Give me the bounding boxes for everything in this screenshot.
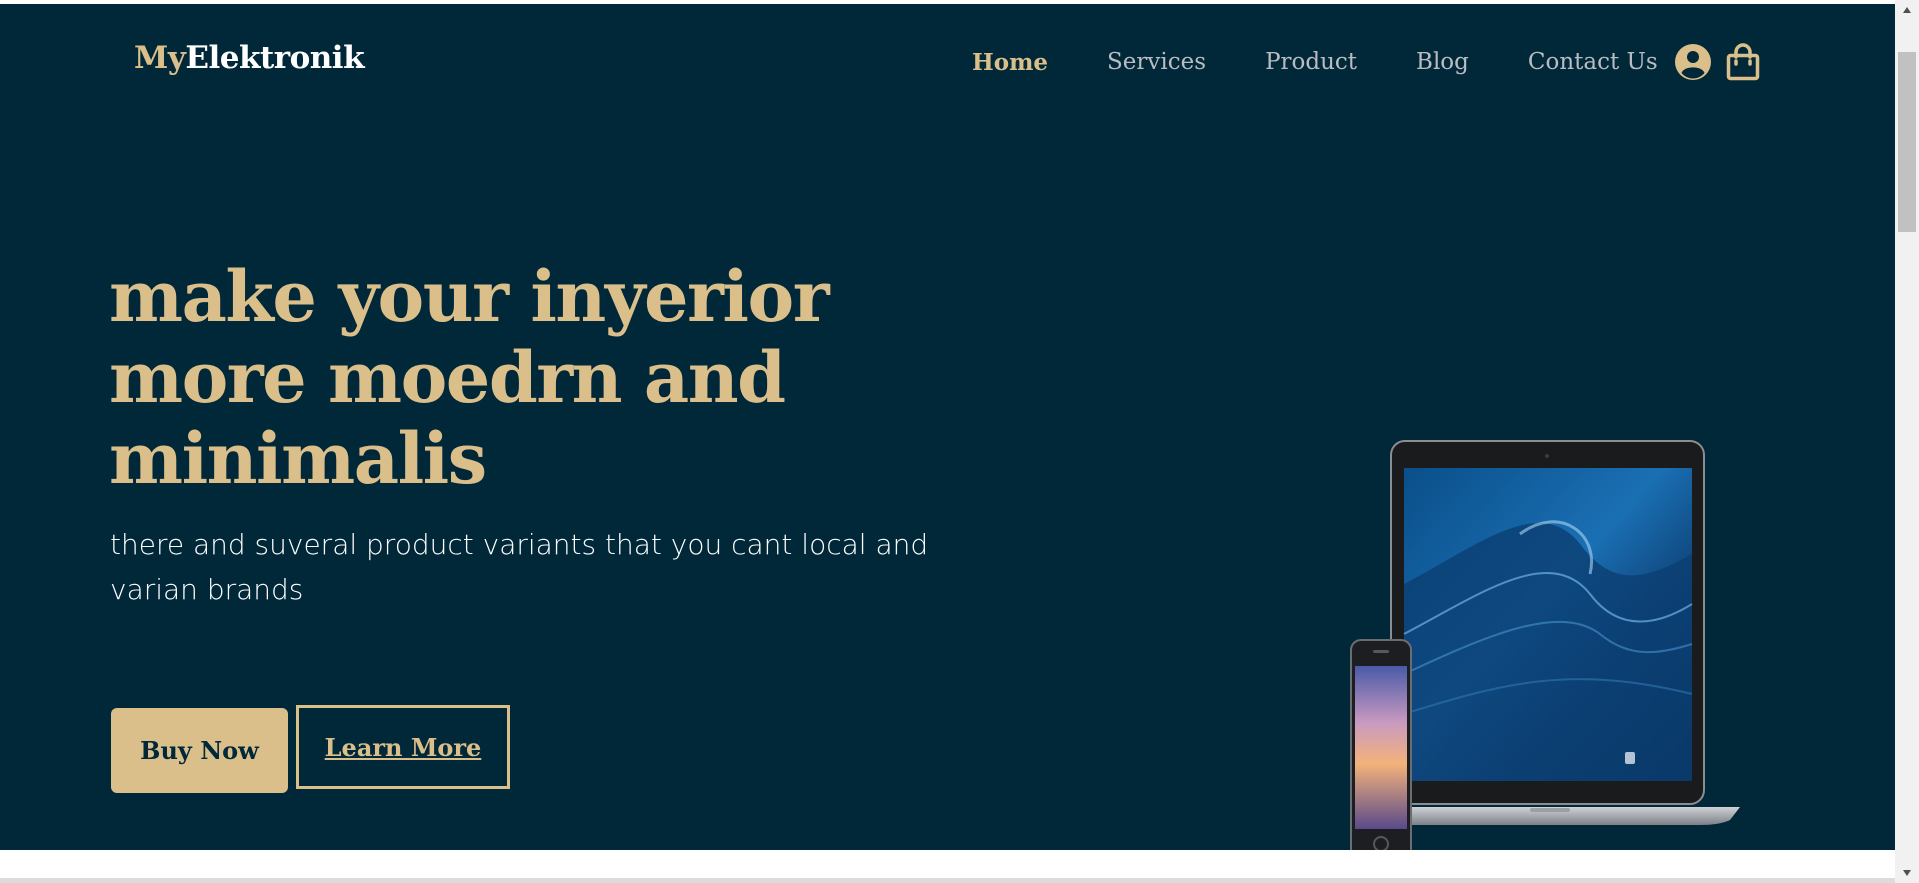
subtext-line: there and suveral product variants that … <box>110 528 929 561</box>
browser-viewport: MyElektronik Home Services Product Blog … <box>0 0 1919 883</box>
headline-line: make your inyerior <box>109 255 830 338</box>
vertical-scrollbar[interactable] <box>1895 0 1919 883</box>
nav-blog[interactable]: Blog <box>1416 49 1469 75</box>
bottom-edge <box>0 878 1895 883</box>
subtext-line: varian brands <box>110 573 304 606</box>
learn-more-button[interactable]: Learn More <box>296 705 510 789</box>
scroll-up-arrow-icon[interactable] <box>1895 0 1919 20</box>
user-circle-icon[interactable] <box>1674 43 1712 81</box>
hero-devices-image <box>1340 434 1740 850</box>
nav-product[interactable]: Product <box>1265 49 1357 75</box>
hero-subtext: there and suveral product variants that … <box>110 522 930 612</box>
main-nav: Home Services Product Blog Contact Us <box>972 42 1774 82</box>
brand-suffix: Elektronik <box>185 40 365 76</box>
hero-section: MyElektronik Home Services Product Blog … <box>0 4 1895 850</box>
scroll-down-arrow-icon[interactable] <box>1895 863 1919 883</box>
headline-line: minimalis <box>109 417 487 500</box>
brand-logo[interactable]: MyElektronik <box>134 40 365 76</box>
buy-now-button[interactable]: Buy Now <box>111 708 288 793</box>
brand-prefix: My <box>134 40 186 76</box>
nav-home[interactable]: Home <box>972 49 1048 76</box>
shopping-bag-icon[interactable] <box>1724 43 1762 81</box>
nav-services[interactable]: Services <box>1107 49 1206 75</box>
laptop-phone-illustration <box>1350 440 1740 850</box>
hero-headline: make your inyerior more moedrn and minim… <box>109 256 929 499</box>
scrollbar-thumb[interactable] <box>1898 52 1916 232</box>
headline-line: more moedrn and <box>109 336 786 419</box>
nav-contact-us[interactable]: Contact Us <box>1528 49 1658 75</box>
